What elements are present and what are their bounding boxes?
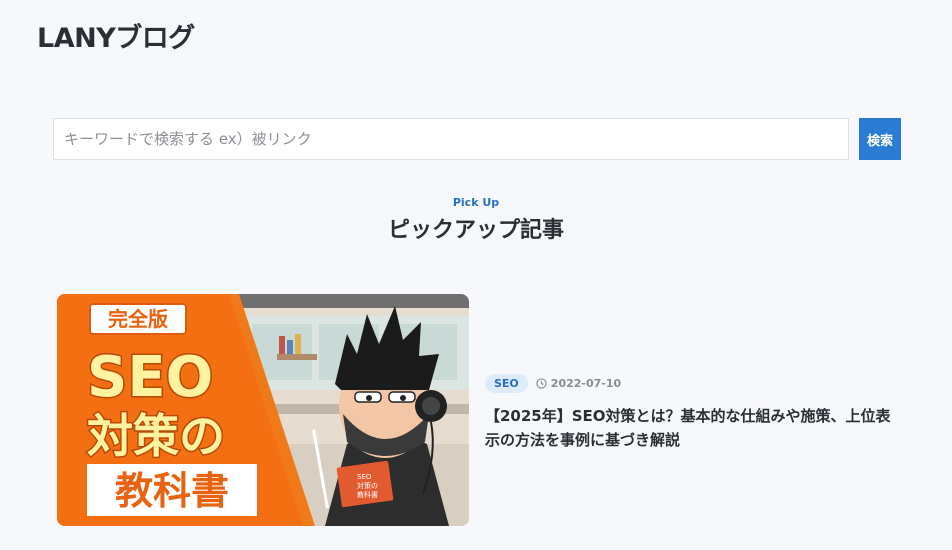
pickup-title: ピックアップ記事: [387, 218, 564, 243]
thumbnail-illustration: 完全版 SEO 対策の 教科書 SEO 対策の 教科書: [57, 294, 469, 526]
category-tag[interactable]: SEO: [485, 374, 528, 393]
thumbnail-line3-text: 教科書: [115, 469, 229, 513]
date-text: 2022-07-10: [550, 377, 622, 390]
search-input[interactable]: [53, 118, 849, 160]
article-meta: SEO 2022-07-10: [485, 374, 621, 393]
pickup-subtitle: Pick Up: [452, 196, 500, 209]
book-title-2: 対策の: [357, 481, 378, 490]
article-date: 2022-07-10: [536, 377, 621, 390]
thumbnail-line2-text: 対策の: [87, 409, 225, 463]
article-title[interactable]: 【2025年】SEO対策とは？基本的な仕組みや施策、上位表示の方法を事例に基づき…: [485, 404, 900, 452]
thumbnail-main-text: SEO: [87, 345, 213, 410]
clock-icon: [536, 378, 547, 389]
book-title-1: SEO: [357, 473, 372, 481]
article-thumbnail[interactable]: 完全版 SEO 対策の 教科書 SEO 対策の 教科書: [57, 294, 469, 526]
search-button[interactable]: 検索: [859, 118, 901, 160]
site-title[interactable]: LANYブログ: [37, 16, 195, 55]
book-title-3: 教科書: [357, 490, 378, 499]
pickup-article-card[interactable]: 完全版 SEO 対策の 教科書 SEO 対策の 教科書 SEO 2022-07-…: [57, 294, 907, 526]
thumbnail-badge-text: 完全版: [108, 307, 168, 331]
search-form: 検索: [53, 118, 901, 160]
